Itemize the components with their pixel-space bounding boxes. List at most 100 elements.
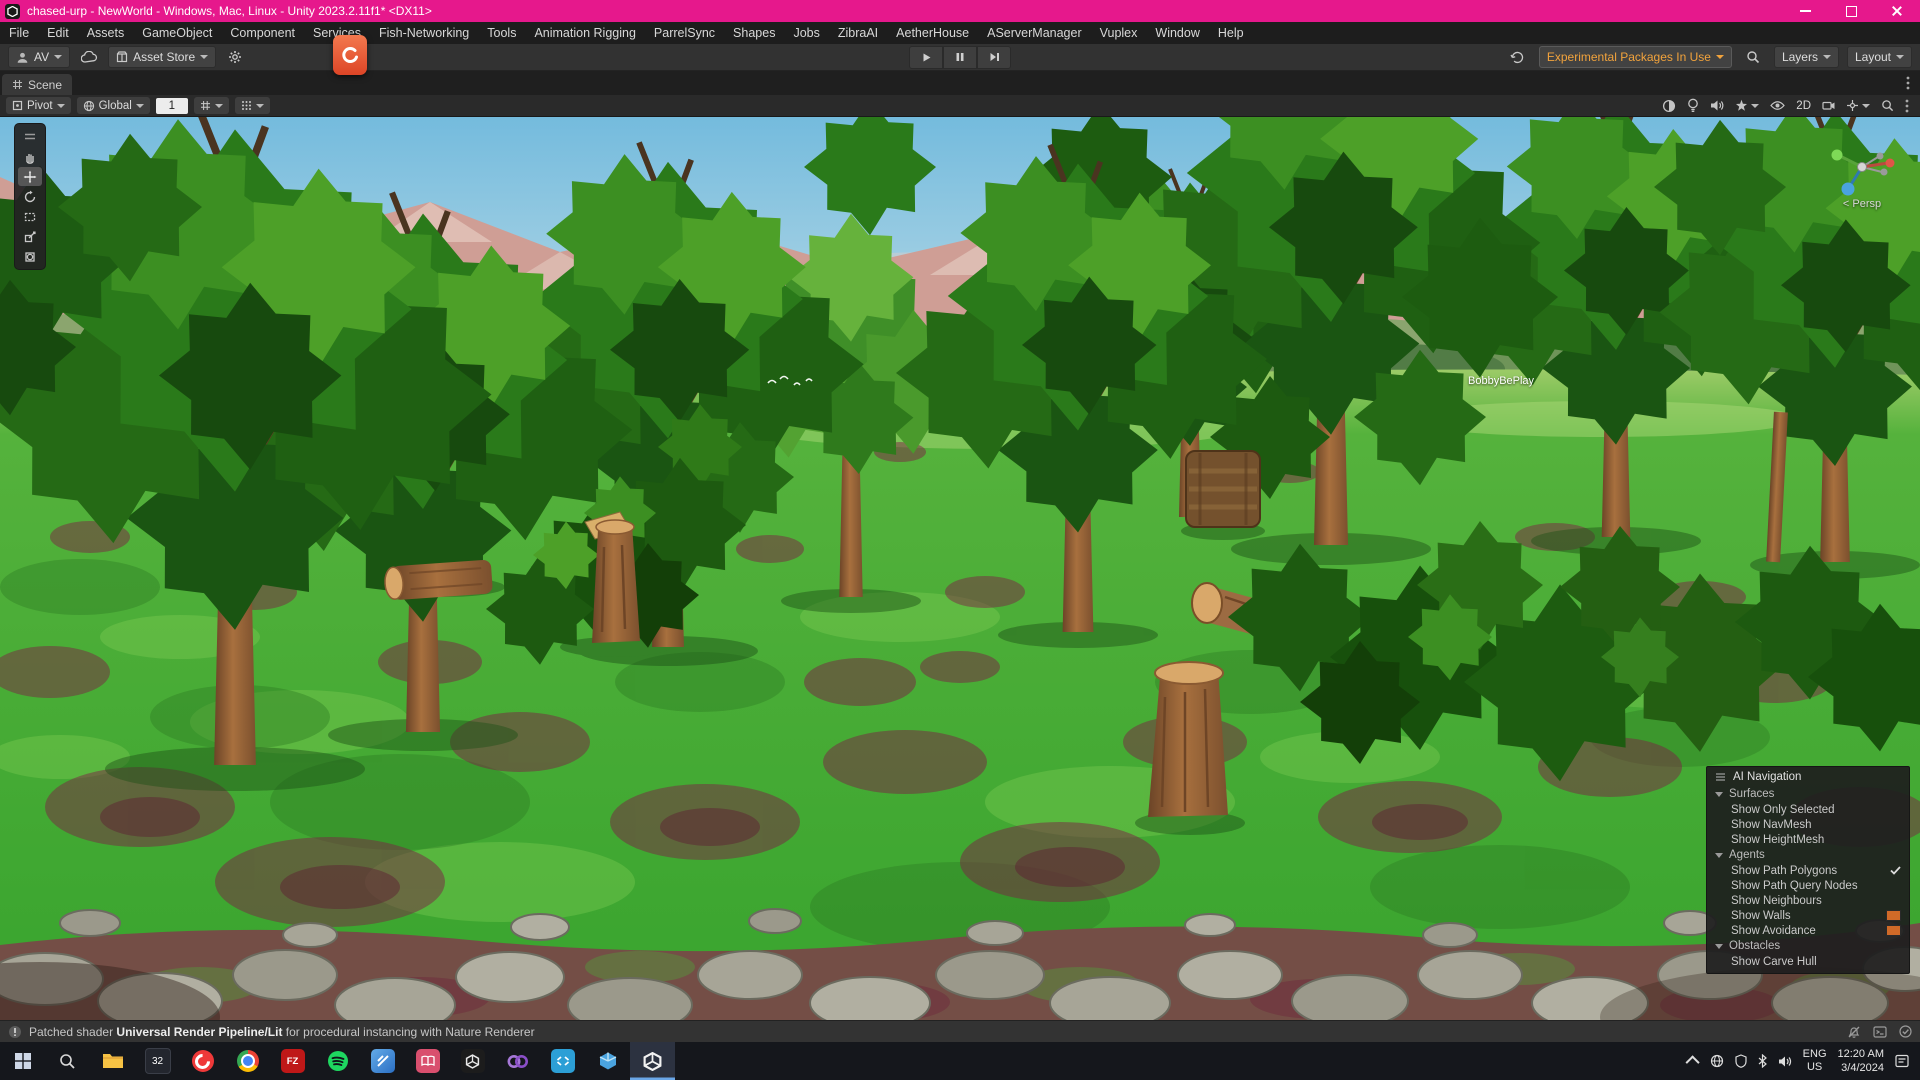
security-shield-icon[interactable]: [1735, 1054, 1747, 1068]
play-button[interactable]: [909, 46, 943, 69]
nav-section-agents[interactable]: Agents: [1707, 847, 1909, 863]
bluetooth-icon[interactable]: [1758, 1054, 1767, 1068]
menu-vuplex[interactable]: Vuplex: [1091, 22, 1147, 44]
audio-toggle-icon[interactable]: [1710, 99, 1724, 112]
undo-history-button[interactable]: [1505, 47, 1531, 67]
menu-help[interactable]: Help: [1209, 22, 1253, 44]
layers-dropdown[interactable]: Layers: [1774, 46, 1839, 68]
nav-item-show-navmesh[interactable]: Show NavMesh: [1707, 817, 1909, 832]
taskbar-clock[interactable]: 12:20 AM 3/4/2024: [1838, 1047, 1884, 1076]
menu-jobs[interactable]: Jobs: [784, 22, 828, 44]
menu-gameobject[interactable]: GameObject: [133, 22, 221, 44]
scene-tab[interactable]: Scene: [2, 74, 72, 95]
notification-center-icon[interactable]: [1895, 1054, 1910, 1068]
menu-window[interactable]: Window: [1146, 22, 1208, 44]
transform-tool[interactable]: [18, 247, 42, 266]
scene-search-icon[interactable]: [1881, 99, 1894, 112]
maximize-button[interactable]: [1828, 0, 1874, 22]
notifications-muted-icon[interactable]: [1847, 1025, 1861, 1039]
nav-section-obstacles[interactable]: Obstacles: [1707, 938, 1909, 954]
tab-options-icon[interactable]: [1896, 71, 1920, 95]
start-button[interactable]: [0, 1042, 45, 1080]
snap-increment-dropdown[interactable]: [235, 97, 270, 114]
nav-item-show-neighbours[interactable]: Show Neighbours: [1707, 893, 1909, 908]
console-messages-icon[interactable]: [1873, 1026, 1887, 1038]
layout-dropdown[interactable]: Layout: [1847, 46, 1912, 68]
nav-item-show-path-query-nodes[interactable]: Show Path Query Nodes: [1707, 878, 1909, 893]
network-icon[interactable]: [1710, 1054, 1724, 1068]
blue-app-icon[interactable]: [360, 1042, 405, 1080]
nav-item-show-carve-hull[interactable]: Show Carve Hull: [1707, 954, 1909, 969]
menu-shapes[interactable]: Shapes: [724, 22, 784, 44]
nav-section-surfaces[interactable]: Surfaces: [1707, 786, 1909, 802]
unity-hub-icon[interactable]: [450, 1042, 495, 1080]
experimental-packages-dropdown[interactable]: Experimental Packages In Use: [1539, 46, 1732, 68]
visibility-toggle-icon[interactable]: [1770, 100, 1785, 111]
menu-parrelsync[interactable]: ParrelSync: [645, 22, 724, 44]
menu-component[interactable]: Component: [221, 22, 304, 44]
filezilla-icon[interactable]: FZ: [270, 1042, 315, 1080]
render-mode-icon[interactable]: [1662, 99, 1676, 113]
rotate-tool[interactable]: [18, 187, 42, 206]
rect-tool[interactable]: [18, 207, 42, 226]
tray-expand-icon[interactable]: [1685, 1055, 1699, 1069]
color-swatch[interactable]: [1886, 925, 1901, 936]
scene-viewport[interactable]: < Persp BobbyBePlay AI Navigation Surfac…: [0, 117, 1920, 1020]
visual-studio-icon[interactable]: [495, 1042, 540, 1080]
close-button[interactable]: [1874, 0, 1920, 22]
language-indicator[interactable]: ENG US: [1803, 1048, 1827, 1073]
grid-snap-dropdown[interactable]: [194, 97, 229, 114]
gizmos-dropdown[interactable]: [1846, 99, 1870, 112]
menu-aetherhouse[interactable]: AetherHouse: [887, 22, 978, 44]
scene-more-icon[interactable]: [1905, 99, 1909, 113]
ai-navigation-header[interactable]: AI Navigation: [1707, 769, 1909, 786]
status-ok-icon[interactable]: [1899, 1025, 1912, 1038]
menu-tools[interactable]: Tools: [478, 22, 525, 44]
chrome-browser-icon[interactable]: [225, 1042, 270, 1080]
scene-camera-icon[interactable]: [1822, 99, 1835, 112]
menu-file[interactable]: File: [0, 22, 38, 44]
menu-zibraai[interactable]: ZibraAI: [829, 22, 887, 44]
scale-tool[interactable]: [18, 227, 42, 246]
nav-item-show-avoidance[interactable]: Show Avoidance: [1707, 923, 1909, 938]
mode-2d-toggle[interactable]: 2D: [1796, 100, 1811, 112]
nav-item-show-only-selected[interactable]: Show Only Selected: [1707, 802, 1909, 817]
menu-aservermanager[interactable]: AServerManager: [978, 22, 1091, 44]
menu-fish-networking[interactable]: Fish-Networking: [370, 22, 478, 44]
orientation-gizmo[interactable]: < Persp: [1814, 137, 1910, 210]
volume-icon[interactable]: [1778, 1055, 1792, 1068]
vivaldi-browser-icon[interactable]: [180, 1042, 225, 1080]
global-dropdown[interactable]: Global: [77, 97, 150, 114]
reading-app-icon[interactable]: [405, 1042, 450, 1080]
grid-size-field[interactable]: 1: [156, 98, 188, 114]
cloud-button[interactable]: [76, 47, 102, 67]
effects-dropdown[interactable]: [1735, 99, 1759, 112]
nav-item-show-heightmesh[interactable]: Show HeightMesh: [1707, 832, 1909, 847]
nav-item-show-walls[interactable]: Show Walls: [1707, 908, 1909, 923]
menu-edit[interactable]: Edit: [38, 22, 78, 44]
menu-animation-rigging[interactable]: Animation Rigging: [525, 22, 644, 44]
menu-assets[interactable]: Assets: [78, 22, 134, 44]
projection-label[interactable]: < Persp: [1814, 198, 1910, 210]
vscode-icon[interactable]: [540, 1042, 585, 1080]
status-bar[interactable]: Patched shader Universal Render Pipeline…: [0, 1020, 1920, 1042]
nav-item-show-path-polygons[interactable]: Show Path Polygons: [1707, 863, 1909, 878]
taskbar-search-button[interactable]: [45, 1042, 90, 1080]
pivot-dropdown[interactable]: Pivot: [6, 97, 71, 114]
search-button[interactable]: [1740, 47, 1766, 67]
view-hand-tool[interactable]: [18, 147, 42, 166]
minimize-button[interactable]: [1782, 0, 1828, 22]
spotify-icon[interactable]: [315, 1042, 360, 1080]
blue-cube-app-icon[interactable]: [585, 1042, 630, 1080]
color-swatch[interactable]: [1886, 910, 1901, 921]
account-dropdown[interactable]: AV: [8, 46, 70, 68]
counter-widget-icon[interactable]: 32: [135, 1042, 180, 1080]
asset-store-dropdown[interactable]: Asset Store: [108, 46, 216, 68]
unity-editor-taskbar-icon[interactable]: [630, 1042, 675, 1080]
lighting-toggle-icon[interactable]: [1687, 98, 1699, 113]
pause-button[interactable]: [943, 46, 977, 69]
file-explorer-icon[interactable]: [90, 1042, 135, 1080]
services-gear-button[interactable]: [222, 47, 248, 67]
step-button[interactable]: [977, 46, 1011, 69]
overlay-grip-icon[interactable]: [18, 127, 42, 146]
